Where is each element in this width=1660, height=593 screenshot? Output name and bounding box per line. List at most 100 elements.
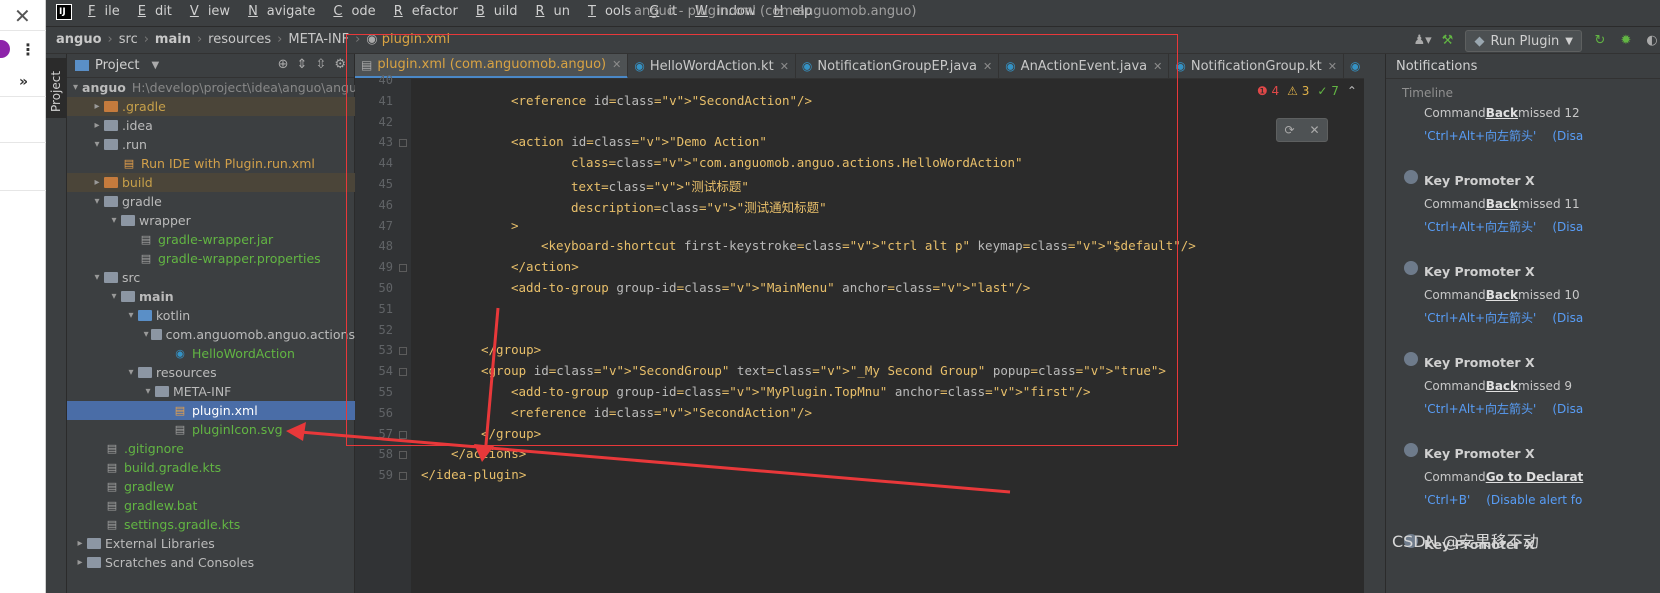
tree-item[interactable]: ▤ gradle-wrapper.properties xyxy=(67,249,355,268)
expand-arrow-icon[interactable]: ▾ xyxy=(141,386,155,397)
breadcrumb-item[interactable]: resources xyxy=(208,32,271,47)
close-icon[interactable]: ✕ xyxy=(14,4,31,28)
shortcut-link[interactable]: 'Ctrl+Alt+向左箭头' xyxy=(1424,400,1536,417)
breadcrumb-item[interactable]: main xyxy=(155,32,191,47)
tree-item[interactable]: ▾ src xyxy=(67,268,355,287)
expand-arrow-icon[interactable]: ▾ xyxy=(107,291,121,302)
expand-arrow-icon[interactable]: ▸ xyxy=(90,101,104,112)
expand-arrow-icon[interactable]: ▾ xyxy=(107,215,121,226)
disable-alert-link[interactable]: (Disa xyxy=(1552,129,1583,143)
tree-item[interactable]: ▾ wrapper xyxy=(67,211,355,230)
tree-item[interactable]: ▾ kotlin xyxy=(67,306,355,325)
tree-item[interactable]: ▸ build xyxy=(67,173,355,192)
rerun-icon[interactable]: ↻ xyxy=(1592,33,1608,49)
breadcrumb-item[interactable]: ◉ plugin.xml xyxy=(366,32,450,47)
disable-alert-link[interactable]: (Disa xyxy=(1552,311,1583,325)
project-view-select[interactable]: Project xyxy=(95,58,139,73)
tree-item[interactable]: ▾ resources xyxy=(67,363,355,382)
editor-tab[interactable]: ◉ NotificationGroupEP.java ✕ xyxy=(796,54,1000,78)
tree-item[interactable]: ▾ META-INF xyxy=(67,382,355,401)
tree-item[interactable]: ▤ plugin.xml xyxy=(67,401,355,420)
expand-arrow-icon[interactable]: ▸ xyxy=(90,177,104,188)
gradle-icon[interactable]: ⟳ xyxy=(1284,123,1294,137)
tree-item[interactable]: ▤ build.gradle.kts xyxy=(67,458,355,477)
close-tab-icon[interactable]: ✕ xyxy=(1328,60,1337,73)
shortcut-link[interactable]: 'Ctrl+B' xyxy=(1424,493,1470,507)
disable-alert-link[interactable]: (Disable alert fo xyxy=(1486,493,1582,507)
tree-item[interactable]: ▤ pluginIcon.svg xyxy=(67,420,355,439)
chevron-down-icon[interactable]: ▼ xyxy=(151,60,159,71)
coverage-icon[interactable]: ◐ xyxy=(1644,33,1660,49)
shortcut-link[interactable]: 'Ctrl+Alt+向左箭头' xyxy=(1424,218,1536,235)
close-icon[interactable]: ✕ xyxy=(1309,123,1319,137)
tree-item[interactable]: ▤ Run IDE with Plugin.run.xml xyxy=(67,154,355,173)
hammer-icon[interactable]: ⚒ xyxy=(1439,33,1455,49)
gradle-reload-popup[interactable]: ⟳ ✕ xyxy=(1276,118,1328,142)
expand-arrow-icon[interactable]: ▾ xyxy=(73,82,78,93)
debug-icon[interactable]: ✹ xyxy=(1618,33,1634,49)
user-icon[interactable]: ♟▾ xyxy=(1413,33,1431,49)
tree-item[interactable]: ▤ .gitignore xyxy=(67,439,355,458)
expand-all-icon[interactable]: ⇕ xyxy=(297,57,308,72)
gear-icon[interactable]: ⚙ xyxy=(334,57,346,72)
tree-item[interactable]: ▾ main xyxy=(67,287,355,306)
editor-tab[interactable]: ◉ HelloWordAction.kt ✕ xyxy=(628,54,796,78)
tree-item[interactable]: ▤ gradlew xyxy=(67,477,355,496)
close-tab-icon[interactable]: ✕ xyxy=(983,60,992,73)
code-area[interactable]: <reference id=class="v">"SecondAction"/>… xyxy=(355,79,1371,593)
chevron-right-icon[interactable]: » xyxy=(19,74,28,90)
expand-arrow-icon[interactable]: ▸ xyxy=(73,538,87,549)
collapse-all-icon[interactable]: ⇳ xyxy=(315,57,326,72)
menu-item[interactable]: Run xyxy=(535,4,579,19)
expand-arrow-icon[interactable]: ▾ xyxy=(124,367,138,378)
avatar[interactable] xyxy=(0,40,10,58)
tree-item[interactable]: ▸ External Libraries xyxy=(67,534,355,553)
tree-item[interactable]: ▤ settings.gradle.kts xyxy=(67,515,355,534)
expand-arrow-icon[interactable]: ▾ xyxy=(141,329,151,340)
code-line: <reference id=class="v">"SecondAction"/> xyxy=(511,404,813,420)
project-tool-tab[interactable]: Project xyxy=(46,58,67,118)
expand-arrow-icon[interactable]: ▾ xyxy=(90,196,104,207)
editor-tab[interactable]: ▤ plugin.xml (com.anguomob.anguo) ✕ xyxy=(355,54,629,78)
menu-item[interactable]: File xyxy=(88,4,129,19)
editor-tab[interactable]: ◉ NotificationGroup.kt ✕ xyxy=(1169,54,1344,78)
menu-item[interactable]: Refactor xyxy=(394,4,467,19)
menu-item[interactable]: Navigate xyxy=(248,4,324,19)
menu-item[interactable]: Edit xyxy=(138,4,181,19)
menu-item[interactable]: Build xyxy=(476,4,527,19)
close-tab-icon[interactable]: ✕ xyxy=(1153,60,1162,73)
expand-arrow-icon[interactable]: ▾ xyxy=(124,310,138,321)
tree-item[interactable]: ▸ .gradle xyxy=(67,97,355,116)
tree-item[interactable]: ▸ .idea xyxy=(67,116,355,135)
menu-item[interactable]: Tools xyxy=(588,4,640,19)
close-tab-icon[interactable]: ✕ xyxy=(612,58,621,71)
locate-icon[interactable]: ⊕ xyxy=(278,57,289,72)
disable-alert-link[interactable]: (Disa xyxy=(1552,220,1583,234)
expand-arrow-icon[interactable]: ▾ xyxy=(90,139,104,150)
more-icon[interactable]: ⋮ xyxy=(20,40,36,59)
disable-alert-link[interactable]: (Disa xyxy=(1552,402,1583,416)
breadcrumb-item[interactable]: META-INF xyxy=(288,32,349,47)
shortcut-link[interactable]: 'Ctrl+Alt+向左箭头' xyxy=(1424,309,1536,326)
tree-item[interactable]: ▤ gradlew.bat xyxy=(67,496,355,515)
close-tab-icon[interactable]: ✕ xyxy=(780,60,789,73)
inspection-widget[interactable]: ❶ 4 ⚠ 3 ✓ 7 ⌃ ⌄ xyxy=(1257,84,1375,98)
menu-item[interactable]: View xyxy=(190,4,239,19)
tree-item[interactable]: ▤ gradle-wrapper.jar xyxy=(67,230,355,249)
tree-item[interactable]: ▾ com.anguomob.anguo.actions xyxy=(67,325,355,344)
run-configuration-select[interactable]: ◆ Run Plugin ▼ xyxy=(1465,30,1582,52)
tree-item[interactable]: ▸ Scratches and Consoles xyxy=(67,553,355,572)
expand-arrow-icon[interactable]: ▸ xyxy=(73,557,87,568)
tree-item[interactable]: ▾ .run xyxy=(67,135,355,154)
breadcrumb-item[interactable]: src xyxy=(119,32,138,47)
menu-item[interactable]: Code xyxy=(333,4,384,19)
tree-item[interactable]: ▾ gradle xyxy=(67,192,355,211)
expand-arrow-icon[interactable]: ▸ xyxy=(90,120,104,131)
expand-arrow-icon[interactable]: ▾ xyxy=(90,272,104,283)
shortcut-link[interactable]: 'Ctrl+Alt+向左箭头' xyxy=(1424,127,1536,144)
tree-item[interactable]: ◉ HelloWordAction xyxy=(67,344,355,363)
chevron-up-icon[interactable]: ⌃ xyxy=(1347,84,1357,98)
tree-item[interactable]: ▾ anguo H:\develop\project\idea\anguo\angu xyxy=(67,78,357,97)
editor-tab[interactable]: ◉ AnActionEvent.java ✕ xyxy=(999,54,1170,78)
breadcrumb-item[interactable]: anguo xyxy=(56,32,102,47)
